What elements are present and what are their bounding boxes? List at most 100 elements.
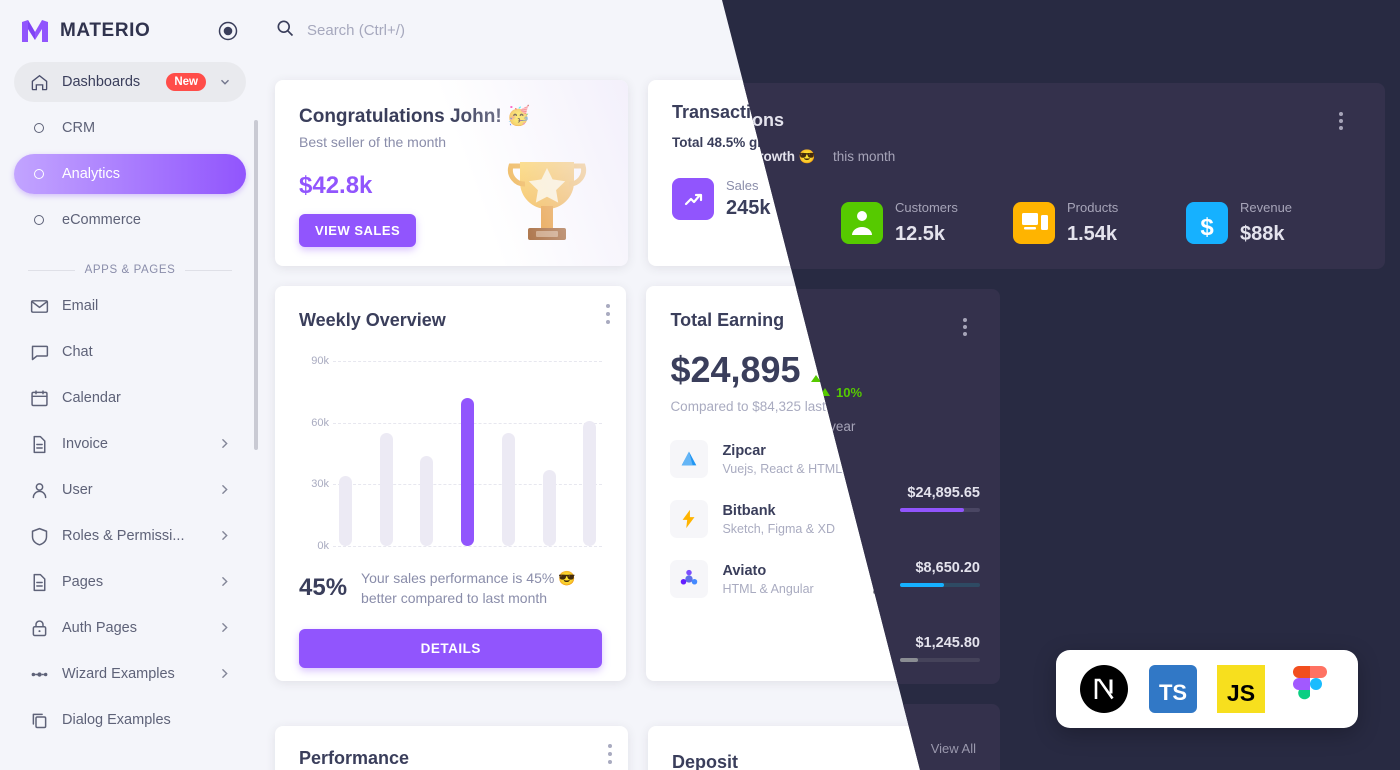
topbar xyxy=(260,0,1400,62)
svg-text:$: $ xyxy=(1183,192,1192,209)
typescript-logo-icon[interactable]: TS xyxy=(1148,664,1198,714)
sidebar-item-invoice[interactable]: Invoice xyxy=(14,424,246,464)
bell-icon[interactable] xyxy=(1298,20,1322,44)
weekly-title: Weekly Overview xyxy=(299,310,446,330)
sidebar-section-header: APPS & PAGES xyxy=(14,246,246,286)
row-middle: Weekly Overview 0k 30k 60k 90k 45% Your sal… xyxy=(275,286,1385,706)
stat-value: 245k xyxy=(726,197,771,219)
trophy-icon xyxy=(492,146,602,256)
y-axis-tick-label: 0k xyxy=(317,540,329,552)
materio-logo-icon xyxy=(20,18,50,44)
aviato-logo-icon xyxy=(670,560,709,598)
mail-icon xyxy=(28,295,50,317)
progress-fill xyxy=(872,469,952,474)
total-profit-card: $86.4k Total Profit xyxy=(1014,286,1190,486)
sidebar-item-label: Email xyxy=(62,298,99,314)
chevron-down-icon xyxy=(218,75,232,89)
account-icon xyxy=(828,177,871,220)
kebab-menu-icon[interactable] xyxy=(1169,524,1174,548)
chevron-right-icon xyxy=(218,621,232,635)
deposit-view-all-link[interactable]: View All xyxy=(929,752,974,767)
dollar-icon: $ xyxy=(1166,177,1209,220)
weekly-overview-card: Weekly Overview 0k 30k 60k 90k 45% Your sal… xyxy=(275,286,627,681)
progress-track xyxy=(872,469,971,474)
translate-icon[interactable] xyxy=(1172,20,1196,44)
earning-amount-value: $8,650.20 xyxy=(906,504,971,521)
nextjs-logo-icon[interactable] xyxy=(1079,664,1129,714)
view-sales-button[interactable]: VIEW SALES xyxy=(299,214,417,247)
devices-icon xyxy=(1003,177,1046,220)
briefcase-icon xyxy=(1032,524,1073,564)
circle-icon xyxy=(28,209,50,231)
kebab-menu-icon[interactable] xyxy=(606,304,611,328)
sidebar-item-chat[interactable]: Chat xyxy=(14,332,246,372)
transaction-stat-revenue: $ Revenue $88k xyxy=(1166,177,1273,220)
weekly-bar-chart: 0k 30k 60k 90k xyxy=(299,355,603,552)
earning-amount-value: $24,895.65 xyxy=(898,444,971,461)
weekly-summary: 45% Your sales performance is 45% 😎 bett… xyxy=(299,568,602,609)
earning-desc: HTML & Angular xyxy=(722,581,814,596)
sidebar-item-calendar[interactable]: Calendar xyxy=(14,378,246,418)
kebab-menu-icon[interactable] xyxy=(608,744,612,768)
earning-amount: $24,895 xyxy=(670,349,801,390)
sidebar-item-ecommerce[interactable]: eCommerce xyxy=(14,200,246,240)
kebab-menu-icon[interactable] xyxy=(1364,304,1369,328)
total-earning-card: Total Earning $24,895 10% Compared to $8… xyxy=(646,286,995,681)
javascript-logo-icon[interactable]: JS xyxy=(1216,664,1266,714)
sidebar-item-label: CRM xyxy=(62,120,96,136)
search-bar[interactable] xyxy=(275,18,637,43)
total-profit-line-chart xyxy=(1033,341,1172,431)
status-badge xyxy=(1368,40,1379,51)
sidebar-item-label: Roles & Permissi... xyxy=(62,528,185,544)
sidebar-item-auth-pages[interactable]: Auth Pages xyxy=(14,608,246,648)
transactions-card: Transactions Total 48.5% growth 😎 this m… xyxy=(648,80,1385,266)
sidebar-item-crm[interactable]: CRM xyxy=(14,108,246,148)
performance-title: Performance xyxy=(299,748,410,768)
right-column: $86.4k Total Profit Total Profit $25.6k … xyxy=(1014,286,1385,706)
congrats-title: Congratulations John! 🥳 xyxy=(299,106,531,127)
sidebar-item-label: Auth Pages xyxy=(62,620,137,636)
search-input[interactable] xyxy=(307,22,637,39)
svg-text:JS: JS xyxy=(1227,680,1255,706)
sidebar-item-wizard-examples[interactable]: Wizard Examples xyxy=(14,654,246,694)
earning-row: Aviato HTML & Angular $1,245.80 xyxy=(670,560,971,598)
sidebar-item-roles-permissi[interactable]: Roles & Permissi... xyxy=(14,516,246,556)
kebab-menu-icon[interactable] xyxy=(1365,98,1369,122)
sun-icon[interactable] xyxy=(1214,20,1238,44)
shield-icon xyxy=(28,525,50,547)
earning-row: Bitbank Sketch, Figma & XD $8,650.20 xyxy=(670,500,971,538)
transaction-stat-customers: Customers 12.5k xyxy=(828,177,945,220)
dots-line-icon xyxy=(28,663,50,685)
sidebar-item-analytics[interactable]: Analytics xyxy=(14,154,246,194)
sidebar-item-dialog-examples[interactable]: Dialog Examples xyxy=(14,700,246,740)
earning-name: Bitbank xyxy=(722,502,776,519)
brand-name: MATERIO xyxy=(60,20,151,41)
earning-title: Total Earning xyxy=(670,310,785,330)
user-icon xyxy=(28,479,50,501)
grid-apps-icon[interactable] xyxy=(1256,20,1280,44)
details-button[interactable]: DETAILS xyxy=(299,628,603,668)
progress-fill xyxy=(872,589,896,594)
sidebar-item-user[interactable]: User xyxy=(14,470,246,510)
sidebar-scrollbar[interactable] xyxy=(254,120,258,450)
sidebar-group-dashboards[interactable]: Dashboards New xyxy=(14,62,246,102)
figma-logo-icon[interactable] xyxy=(1285,664,1335,714)
progress-track xyxy=(872,589,971,594)
kebab-menu-icon[interactable] xyxy=(974,304,979,328)
pin-radio-icon[interactable] xyxy=(218,21,238,41)
sidebar-item-label: User xyxy=(62,482,93,498)
new-project-label: New Project xyxy=(1032,586,1116,602)
withdraw-title: Withdraw xyxy=(1042,754,1123,770)
sidebar-item-email[interactable]: Email xyxy=(14,286,246,326)
avatar[interactable] xyxy=(1340,13,1379,51)
withdraw-view-all-link[interactable]: View All xyxy=(1316,752,1361,767)
bar xyxy=(379,432,393,546)
stat-label: Sales xyxy=(726,178,759,193)
chevron-right-icon xyxy=(218,667,232,681)
weekly-profit-sub: Weekly Profit xyxy=(1227,426,1305,441)
search-icon xyxy=(275,18,295,43)
earning-desc: Sketch, Figma & XD xyxy=(722,521,835,536)
sidebar-item-pages[interactable]: Pages xyxy=(14,562,246,602)
sidebar-item-label: Analytics xyxy=(62,166,121,182)
file-icon xyxy=(28,433,50,455)
